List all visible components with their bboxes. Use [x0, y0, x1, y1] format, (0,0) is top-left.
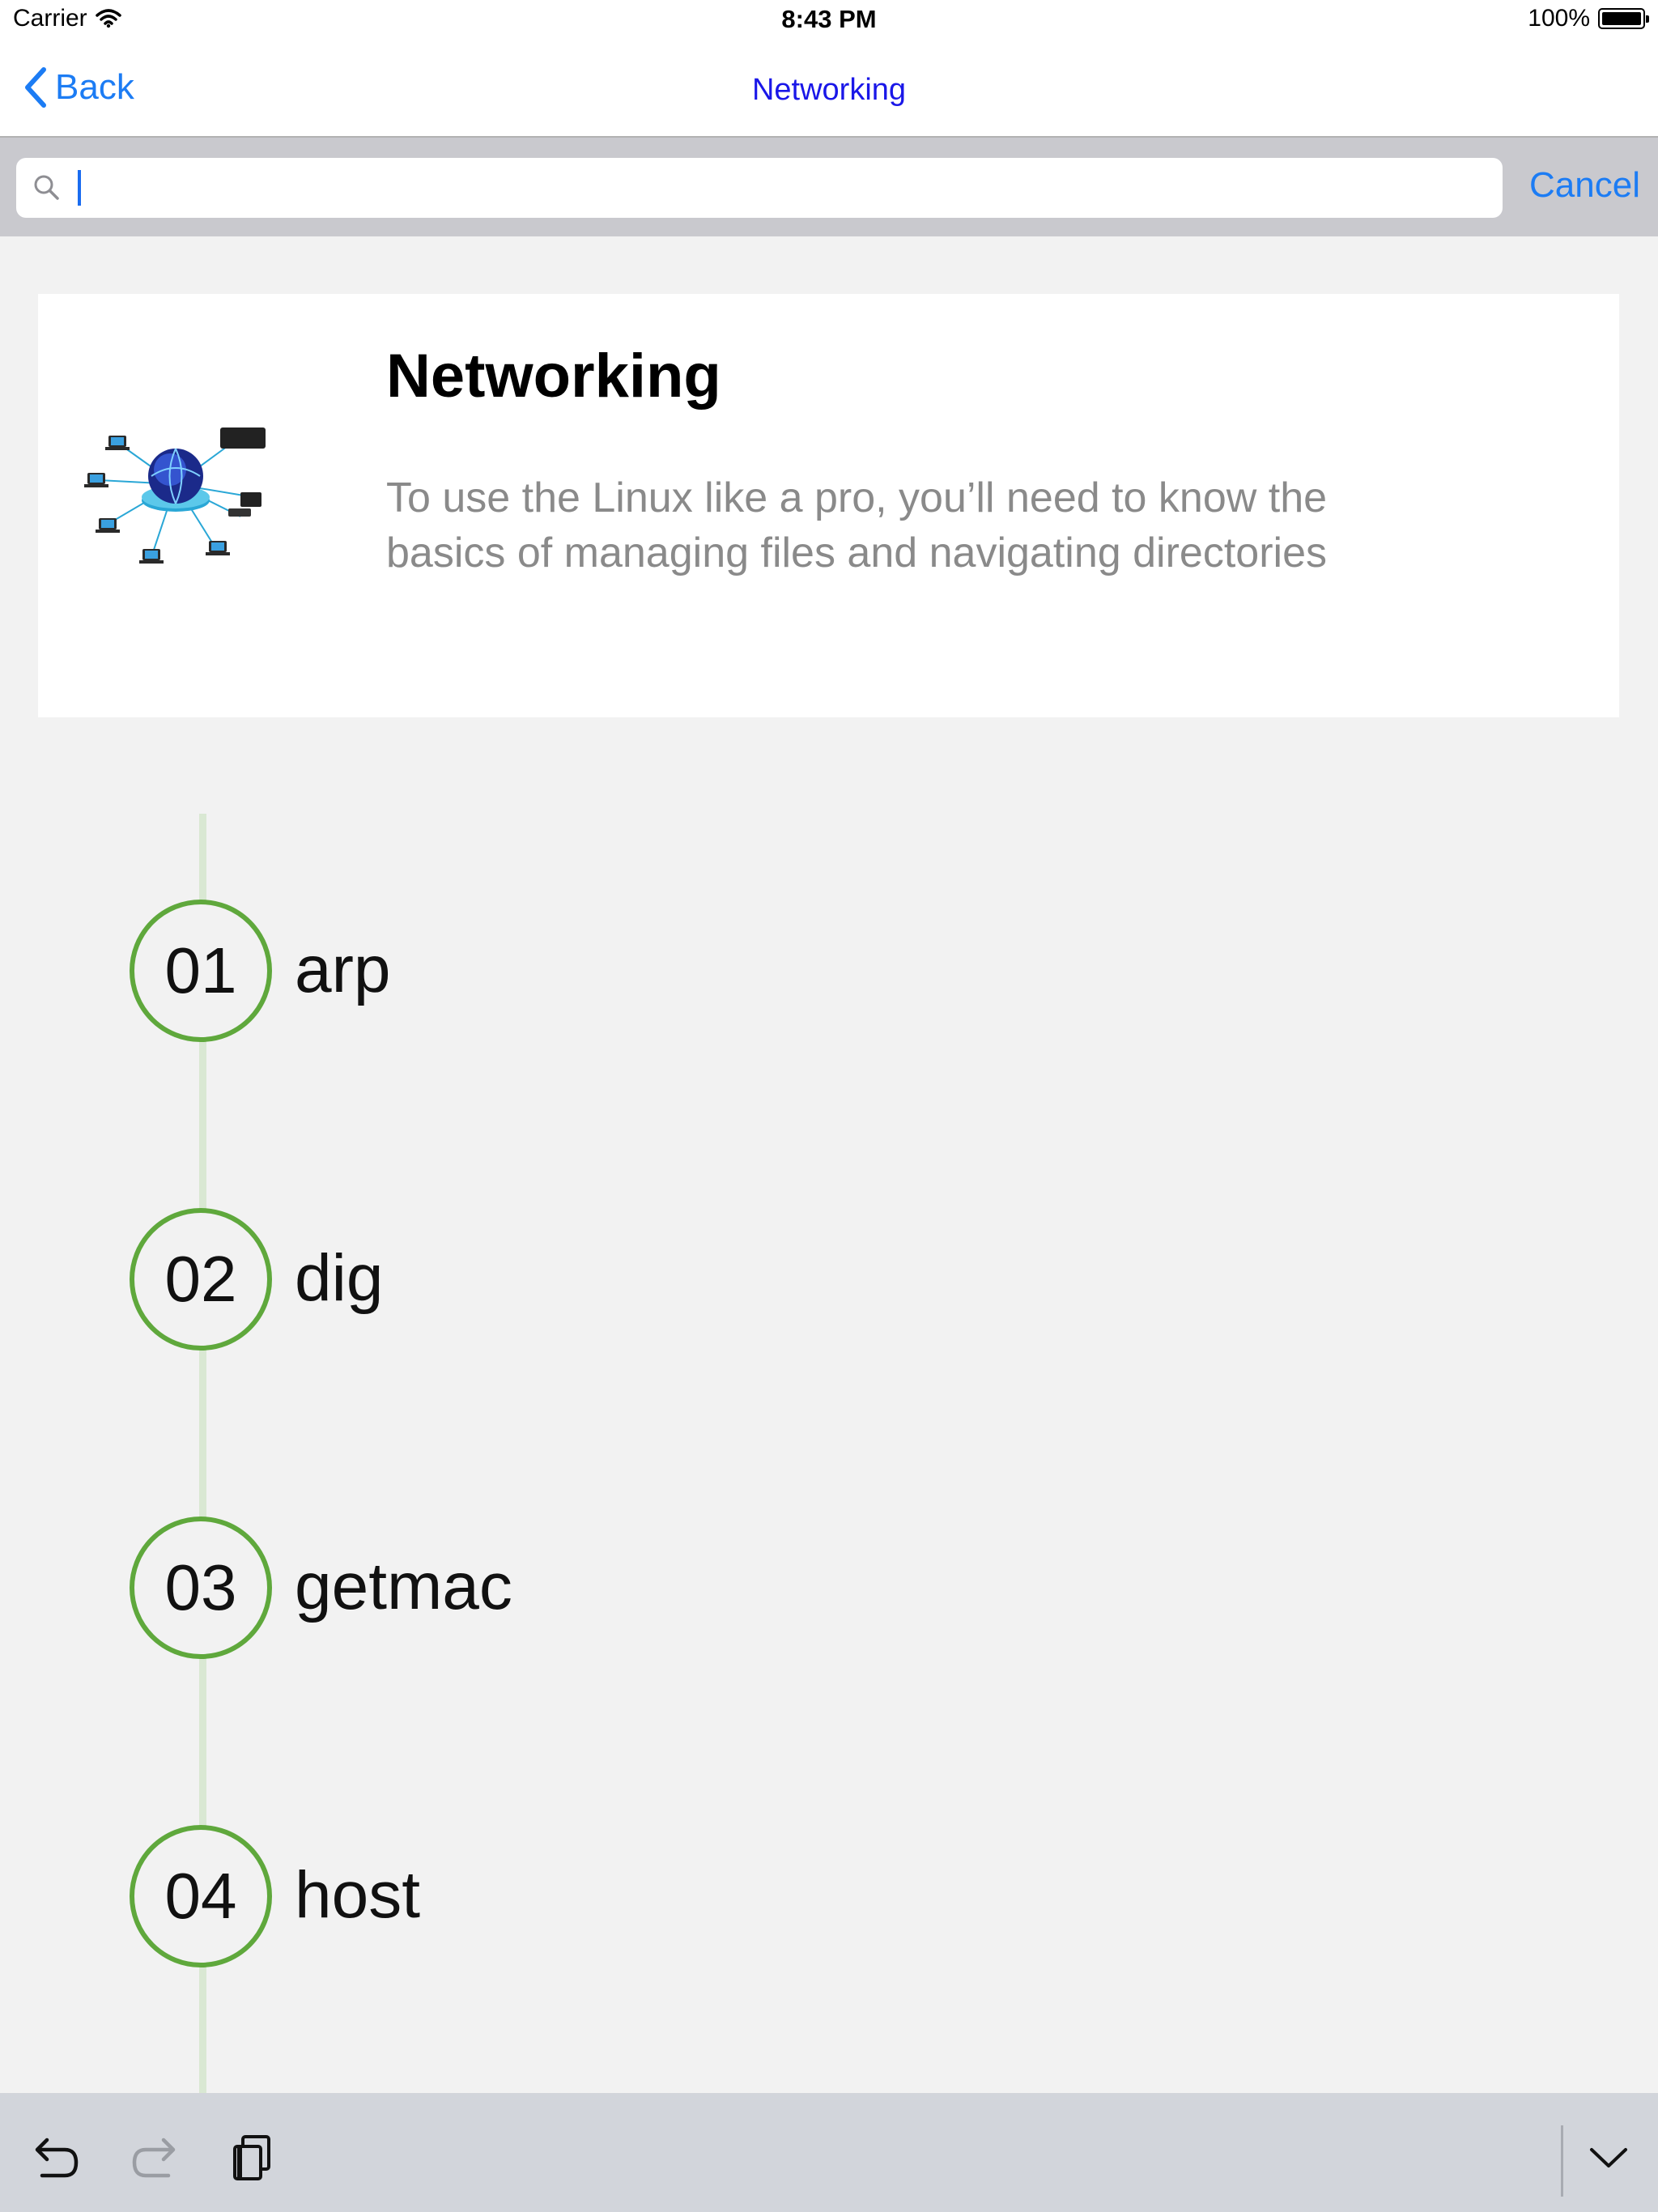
status-right: 100% [1528, 5, 1649, 32]
battery-icon [1598, 8, 1649, 29]
item-label: dig [295, 1241, 384, 1315]
nav-title: Networking [751, 73, 907, 107]
card-description: To use the Linux like a pro, you’ll need… [386, 474, 1328, 576]
status-bar: Carrier 8:43 PM 100% [0, 0, 1658, 42]
paste-icon [233, 2135, 270, 2180]
navigation-bar: Back Networking [0, 42, 1658, 138]
item-number-badge: 03 [130, 1516, 272, 1659]
text-cursor [78, 170, 81, 206]
search-input[interactable] [16, 158, 1503, 218]
chevron-down-icon [1590, 2148, 1627, 2167]
category-header-card: Networking To use the Linux like a pro, … [38, 294, 1619, 717]
list-item[interactable]: 04 host [130, 1825, 1506, 1971]
item-number-badge: 01 [130, 900, 272, 1042]
item-number-badge: 04 [130, 1825, 272, 1967]
redo-button[interactable] [126, 2129, 183, 2185]
item-label: host [295, 1858, 420, 1932]
dismiss-keyboard-button[interactable] [1580, 2129, 1637, 2185]
network-diagram-icon [84, 428, 266, 564]
item-label: arp [295, 933, 391, 1006]
search-icon [34, 175, 59, 200]
status-time: 8:43 PM [781, 5, 877, 33]
cancel-button[interactable]: Cancel [1529, 165, 1640, 206]
keyboard-shortcut-bar [0, 2093, 1658, 2212]
list-item[interactable]: 03 getmac [130, 1516, 1506, 1662]
redo-icon [132, 2138, 176, 2178]
toolbar-divider [1561, 2125, 1563, 2197]
undo-button[interactable] [28, 2129, 84, 2185]
list-item[interactable]: 02 dig [130, 1208, 1506, 1354]
item-number-badge: 02 [130, 1208, 272, 1351]
card-title: Networking [386, 342, 721, 410]
list-item[interactable]: 01 arp [130, 900, 1506, 1045]
search-bar: Cancel [0, 138, 1658, 236]
paste-button[interactable] [225, 2129, 282, 2185]
undo-icon [35, 2138, 79, 2178]
battery-percent: 100% [1528, 5, 1590, 32]
item-label: getmac [295, 1550, 512, 1623]
